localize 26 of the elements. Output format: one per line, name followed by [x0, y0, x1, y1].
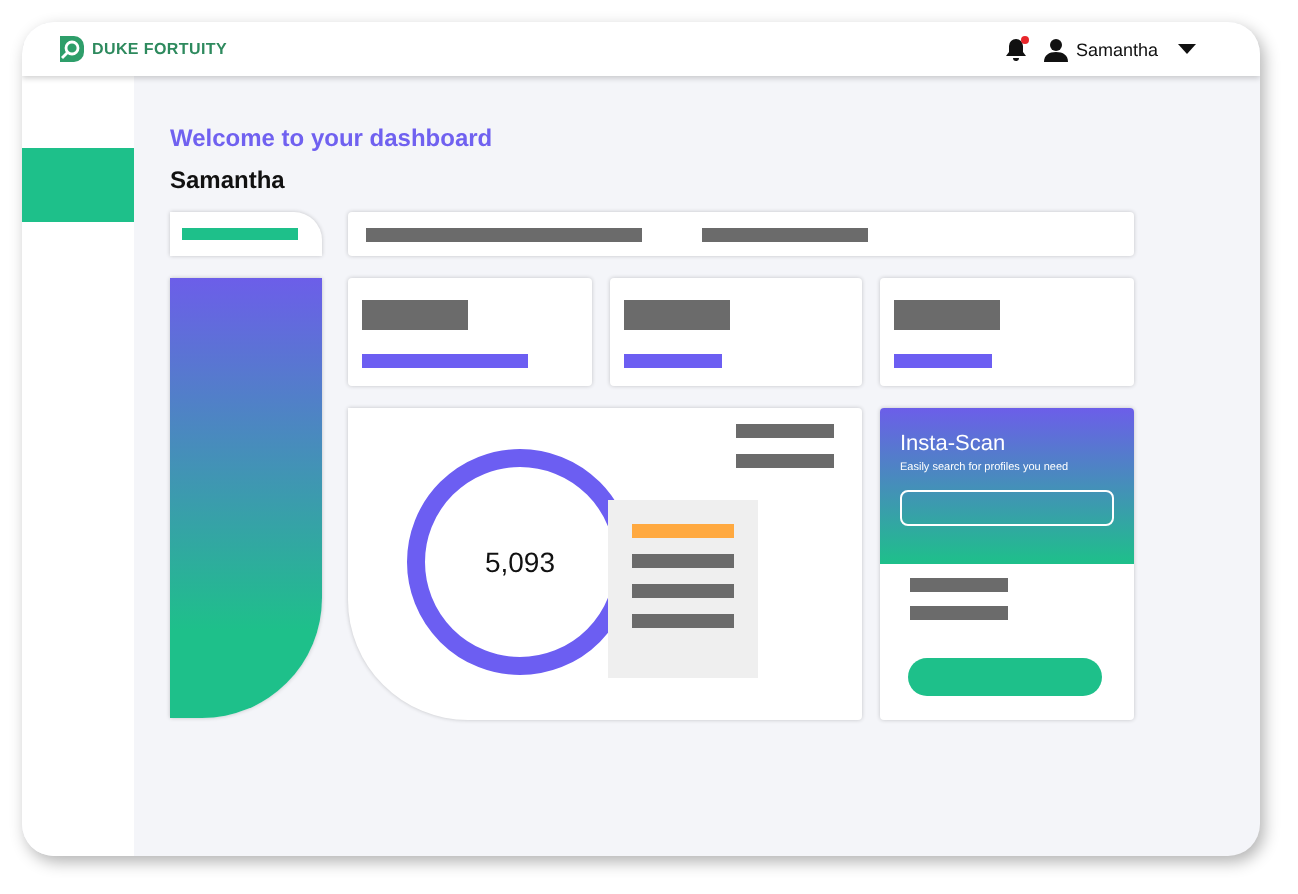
placeholder-bar — [632, 584, 734, 598]
scan-title: Insta-Scan — [900, 432, 1008, 458]
count-value: 5,093 — [484, 546, 556, 578]
placeholder-bar — [624, 354, 722, 368]
placeholder-bar — [182, 228, 298, 240]
placeholder-bar — [736, 424, 834, 438]
welcome-heading: Welcome to your dashboard — [170, 124, 495, 152]
search-field[interactable] — [900, 490, 1114, 526]
placeholder-bar — [910, 606, 1008, 620]
caret-icon[interactable] — [1178, 44, 1196, 54]
user-name[interactable]: Samantha — [1075, 39, 1158, 59]
placeholder-block — [894, 300, 1000, 330]
placeholder-bar — [632, 554, 734, 568]
bell-icon[interactable] — [1003, 36, 1030, 62]
user-icon — [1043, 37, 1068, 61]
placeholder-bar — [894, 354, 992, 368]
placeholder-block — [624, 300, 730, 330]
logo-icon — [58, 34, 86, 64]
user-name: Samantha — [170, 166, 287, 194]
brand-name: DUKE FORTUITY — [92, 40, 227, 58]
scan-button[interactable] — [908, 658, 1102, 696]
placeholder-bar — [736, 454, 834, 468]
placeholder-bar — [632, 524, 734, 538]
placeholder-bar — [632, 614, 734, 628]
placeholder-block — [362, 300, 468, 330]
placeholder-bar — [910, 578, 1008, 592]
